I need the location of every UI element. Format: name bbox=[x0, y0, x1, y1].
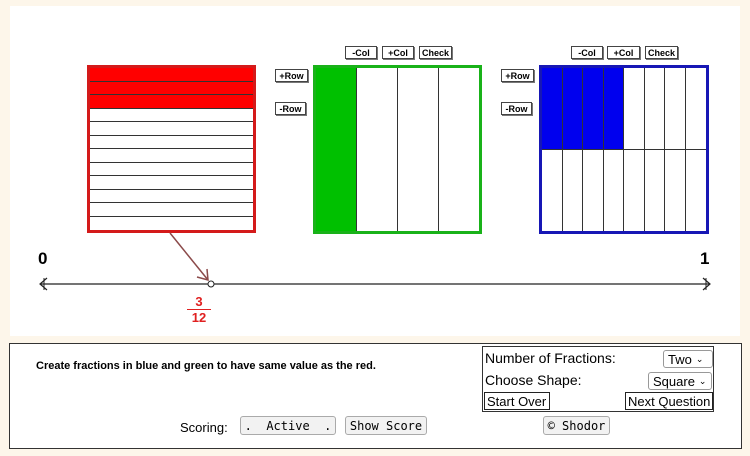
show-score-button[interactable]: Show Score bbox=[345, 416, 427, 435]
shodor-button[interactable]: © Shodor bbox=[543, 416, 610, 435]
choose-shape-select[interactable]: Square ⌄ bbox=[648, 372, 712, 390]
number-of-fractions-value: Two bbox=[668, 351, 692, 367]
control-panel: Create fractions in blue and green to ha… bbox=[9, 343, 742, 449]
red-fraction-label: 3 12 bbox=[187, 295, 211, 325]
scoring-label: Scoring: bbox=[180, 420, 228, 435]
number-of-fractions-label: Number of Fractions: bbox=[485, 350, 616, 366]
number-line bbox=[39, 232, 711, 291]
number-line-marker[interactable] bbox=[207, 280, 215, 288]
chevron-down-icon: ⌄ bbox=[695, 353, 704, 364]
choose-shape-label: Choose Shape: bbox=[485, 372, 582, 388]
next-question-button[interactable]: Next Question bbox=[625, 392, 713, 410]
red-fraction-denominator: 12 bbox=[191, 310, 207, 325]
scoring-active-button[interactable]: . Active . bbox=[240, 416, 336, 435]
red-fraction-pointer-arrow bbox=[169, 232, 209, 282]
chevron-down-icon: ⌄ bbox=[698, 375, 707, 386]
choose-shape-value: Square bbox=[653, 373, 695, 389]
number-of-fractions-select[interactable]: Two ⌄ bbox=[663, 350, 713, 368]
options-box: Number of Fractions: Two ⌄ Choose Shape:… bbox=[482, 346, 714, 412]
red-fraction-numerator: 3 bbox=[187, 295, 211, 310]
start-over-button[interactable]: Start Over bbox=[484, 392, 550, 410]
instructions-text: Create fractions in blue and green to ha… bbox=[36, 360, 376, 372]
